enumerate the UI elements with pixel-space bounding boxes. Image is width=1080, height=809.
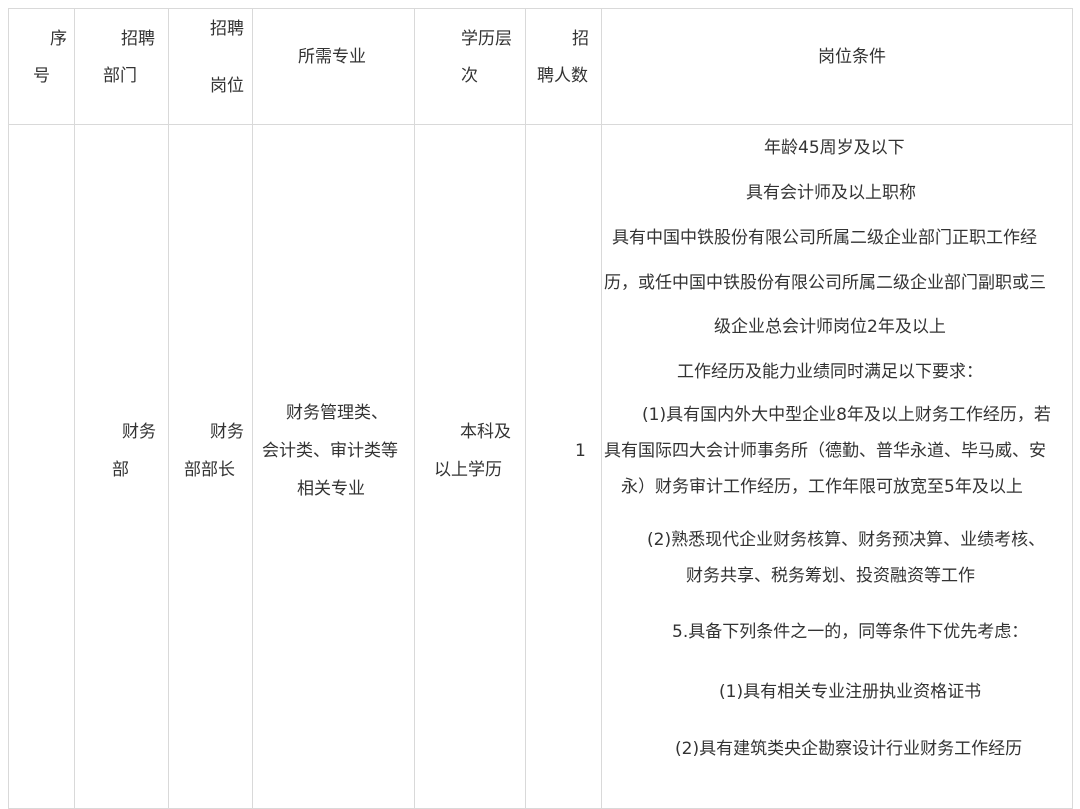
row-dept-line-2: 部 xyxy=(112,460,129,480)
header-dept-line-2: 部门 xyxy=(103,66,137,86)
row-edu: 本科及 以上学历 xyxy=(414,124,526,809)
row-count: 1 xyxy=(525,124,602,809)
header-count-line-2: 聘人数 xyxy=(537,66,588,86)
row-major-line-3: 相关专业 xyxy=(297,479,365,499)
header-post: 招聘 岗位 xyxy=(168,8,253,125)
header-edu-line-1: 学历层 xyxy=(461,29,512,49)
condition-line: 具有中国中铁股份有限公司所属二级企业部门正职工作经 xyxy=(612,228,1037,248)
header-count-line-1: 招 xyxy=(572,29,589,49)
header-dept-line-1: 招聘 xyxy=(121,29,155,49)
header-edu: 学历层 次 xyxy=(414,8,526,125)
header-post-line-2: 岗位 xyxy=(210,76,244,96)
row-post: 财务 部部长 xyxy=(168,124,253,809)
condition-line: (1)具有相关专业注册执业资格证书 xyxy=(719,682,982,702)
row-edu-line-2: 以上学历 xyxy=(434,460,502,480)
condition-line: 具有会计师及以上职称 xyxy=(746,183,916,203)
row-major: 财务管理类、 会计类、审计类等 相关专业 xyxy=(252,124,415,809)
condition-line: 工作经历及能力业绩同时满足以下要求： xyxy=(677,362,983,382)
header-post-line-1: 招聘 xyxy=(210,19,244,39)
condition-line: 具有国际四大会计师事务所（德勤、普华永道、毕马威、安 xyxy=(604,441,1046,461)
row-post-line-2: 部部长 xyxy=(184,460,235,480)
row-dept-line-1: 财务 xyxy=(122,422,156,442)
row-post-line-1: 财务 xyxy=(210,422,244,442)
row-dept: 财务 部 xyxy=(74,124,169,809)
condition-line: (2)熟悉现代企业财务核算、财务预决算、业绩考核、 xyxy=(647,530,1046,550)
header-dept: 招聘 部门 xyxy=(74,8,169,125)
row-major-line-2: 会计类、审计类等 xyxy=(262,441,398,461)
header-major: 所需专业 xyxy=(252,8,415,125)
row-conditions: 年龄45周岁及以下 具有会计师及以上职称 具有中国中铁股份有限公司所属二级企业部… xyxy=(601,124,1073,809)
header-row: 序 号 招聘 部门 招聘 岗位 所需专业 学历层 次 招 聘人数 岗位条件 xyxy=(8,8,1073,125)
condition-line: 年龄45周岁及以下 xyxy=(764,138,905,158)
row-seq xyxy=(8,124,75,809)
header-seq-line-2: 号 xyxy=(33,66,50,86)
table-row: 财务 部 财务 部部长 财务管理类、 会计类、审计类等 相关专业 本科及 以上学… xyxy=(8,124,1073,809)
header-edu-line-2: 次 xyxy=(461,66,478,86)
condition-line: 5.具备下列条件之一的，同等条件下优先考虑： xyxy=(672,622,1029,642)
header-seq: 序 号 xyxy=(8,8,75,125)
row-major-line-1: 财务管理类、 xyxy=(286,403,388,423)
condition-line: (1)具有国内外大中型企业8年及以上财务工作经历，若 xyxy=(642,405,1051,425)
condition-line: 财务共享、税务筹划、投资融资等工作 xyxy=(686,566,975,586)
header-count: 招 聘人数 xyxy=(525,8,602,125)
row-edu-line-1: 本科及 xyxy=(460,422,511,442)
condition-line: 永）财务审计工作经历，工作年限可放宽至5年及以上 xyxy=(621,477,1023,497)
header-conditions-label: 岗位条件 xyxy=(818,47,886,67)
condition-line: (2)具有建筑类央企勘察设计行业财务工作经历 xyxy=(675,739,1023,759)
header-seq-line-1: 序 xyxy=(50,29,67,49)
condition-line: 级企业总会计师岗位2年及以上 xyxy=(714,317,946,337)
condition-line: 历，或任中国中铁股份有限公司所属二级企业部门副职或三 xyxy=(604,273,1046,293)
row-count-value: 1 xyxy=(575,441,586,461)
header-major-label: 所需专业 xyxy=(298,47,366,67)
recruitment-table: 序 号 招聘 部门 招聘 岗位 所需专业 学历层 次 招 聘人数 岗位条件 财务… xyxy=(8,8,1073,809)
header-conditions: 岗位条件 xyxy=(601,8,1073,125)
